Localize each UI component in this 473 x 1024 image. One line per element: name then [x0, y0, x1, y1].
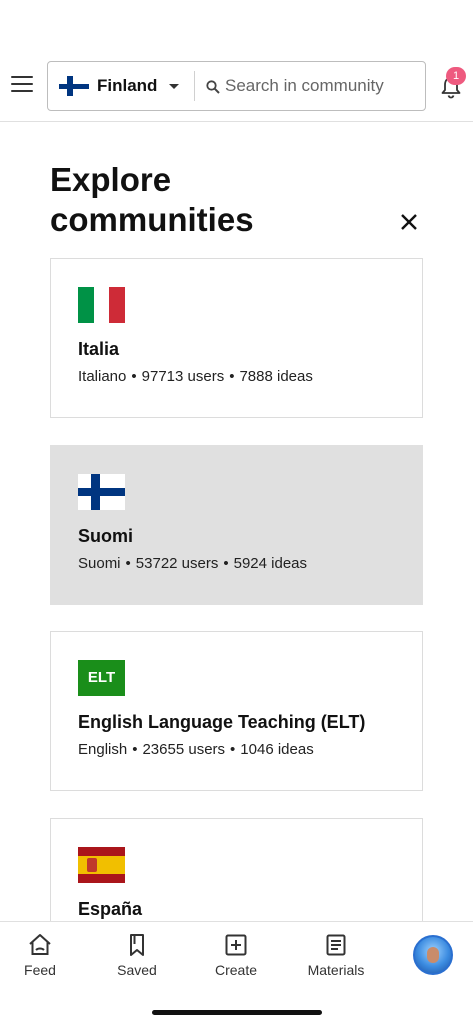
- avatar[interactable]: [413, 935, 453, 975]
- header-divider: [0, 121, 473, 122]
- notification-badge: 1: [446, 67, 466, 85]
- document-icon: [326, 934, 346, 956]
- community-language: Italiano: [78, 368, 127, 385]
- elt-badge-icon: ELT: [78, 660, 125, 696]
- community-users: 23655 users: [142, 741, 226, 758]
- nav-create[interactable]: Create: [196, 932, 276, 988]
- community-ideas: 1046 ideas: [240, 741, 314, 758]
- divider: [194, 71, 195, 101]
- community-name: Suomi: [78, 526, 134, 546]
- spain-flag-icon: [78, 847, 125, 883]
- community-name: Italia: [78, 339, 120, 359]
- home-icon: [29, 934, 51, 955]
- community-ideas: 5924 ideas: [233, 555, 308, 572]
- community-name: España: [78, 899, 143, 919]
- community-card-suomi[interactable]: Suomi Suomi • 53722 users • 5924 ideas: [50, 445, 423, 605]
- home-indicator: [152, 1010, 322, 1015]
- finland-flag-icon: [78, 474, 125, 510]
- nav-label: Saved: [117, 962, 157, 978]
- community-card-italia[interactable]: Italia Italiano • 97713 users • 7888 ideas: [50, 258, 423, 418]
- plus-square-icon: [225, 934, 247, 956]
- nav-label: Feed: [24, 962, 56, 978]
- caret-down-icon: [169, 84, 179, 89]
- community-stats: Suomi • 53722 users • 5924 ideas: [78, 555, 308, 572]
- community-search-bar: Finland: [47, 61, 426, 111]
- community-ideas: 7888 ideas: [239, 368, 313, 385]
- community-selector[interactable]: Finland: [48, 62, 194, 110]
- community-stats: English • 23655 users • 1046 ideas: [78, 741, 314, 758]
- community-users: 53722 users: [135, 555, 219, 572]
- bookmark-icon: [130, 934, 144, 956]
- nav-feed[interactable]: Feed: [0, 932, 80, 988]
- nav-materials[interactable]: Materials: [296, 932, 376, 988]
- nav-saved[interactable]: Saved: [97, 932, 177, 988]
- community-card-elt[interactable]: ELT English Language Teaching (ELT) Engl…: [50, 631, 423, 791]
- close-icon[interactable]: [399, 212, 419, 232]
- community-language: Suomi: [78, 555, 121, 572]
- nav-label: Materials: [307, 962, 365, 978]
- community-stats: Italiano • 97713 users • 7888 ideas: [78, 368, 313, 385]
- search-input[interactable]: [225, 74, 421, 98]
- community-name: English Language Teaching (ELT): [78, 712, 366, 732]
- community-users: 97713 users: [141, 368, 225, 385]
- search-icon: [206, 80, 220, 94]
- italy-flag-icon: [78, 287, 126, 323]
- nav-label: Create: [214, 962, 258, 978]
- community-language: English: [78, 741, 128, 758]
- hamburger-menu-icon[interactable]: [11, 76, 33, 94]
- top-bar: Finland 1: [0, 60, 473, 112]
- finland-flag-icon: [59, 76, 89, 96]
- page-title: Explore communities: [50, 161, 254, 238]
- selected-community-label: Finland: [97, 76, 158, 95]
- bottom-navigation: Feed Saved Create Materials: [0, 921, 473, 1024]
